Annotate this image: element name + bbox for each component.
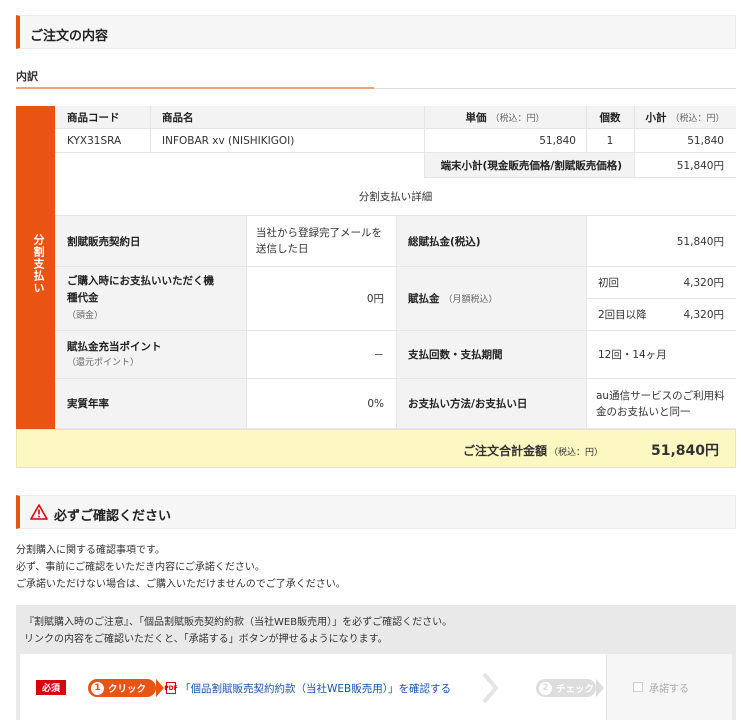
confirm-box: 『割賦購入時のご注意』、「個品割賦販売契約約款（当社WEB販売用）」を必ずご確認… xyxy=(16,605,736,720)
installment-side-label: 分割支払い xyxy=(16,106,55,429)
installment-detail-title: 分割支払い詳細 xyxy=(55,178,736,216)
order-total-bar: ご注文合計金額 （税込：円） 51,840円 xyxy=(16,429,736,468)
approve-label: 承諾する xyxy=(649,684,689,695)
payment-count-value: 12回・14ヶ月 xyxy=(586,331,736,379)
first-installment-row: 初回 4,320円 xyxy=(586,267,736,299)
first-installment-value: 4,320円 xyxy=(683,277,724,289)
payment-count-label: 支払回数・支払期間 xyxy=(396,331,586,379)
step-check-badge: 2 チェック xyxy=(536,679,604,697)
confirm-notes: 分割購入に関する確認事項です。 必ず、事前にご確認をいただき内容にご承諾ください… xyxy=(16,542,346,593)
header-subtotal: 小計 （税込：円） xyxy=(634,106,736,129)
down-payment-label: ご購入時にお支払いいただく機種代金 （頭金） xyxy=(55,267,246,331)
note-line: 分割購入に関する確認事項です。 xyxy=(16,545,165,556)
required-badge: 必須 xyxy=(36,680,66,695)
order-section-title: ご注文の内容 xyxy=(30,29,109,44)
points-value: － xyxy=(246,331,396,379)
terminal-subtotal-value: 51,840円 xyxy=(634,153,736,178)
item-subtotal: 51,840 xyxy=(634,129,736,153)
step-click-badge: 1 クリック xyxy=(88,679,164,697)
confirm-instructions: 『割賦購入時のご注意』、「個品割賦販売契約約款（当社WEB販売用）」を必ずご確認… xyxy=(24,617,453,645)
total-installment-label: 総賦払金(税込) xyxy=(396,216,586,267)
order-section-header: ご注文の内容 xyxy=(16,15,736,49)
chevron-right-icon xyxy=(482,672,499,704)
header-product-code: 商品コード xyxy=(55,106,150,129)
pdf-icon: PDF xyxy=(164,682,178,694)
installment-amount-label: 賦払金 （月額税込） xyxy=(396,267,586,331)
total-installment-value: 51,840円 xyxy=(586,216,736,267)
note-line: 必ず、事前にご確認をいただき内容にご承諾ください。 xyxy=(16,562,265,573)
header-quantity: 個数 xyxy=(586,106,634,129)
subsequent-installment-label: 2回目以降 xyxy=(598,309,647,321)
confirm-section-title: 必ずご確認ください xyxy=(54,509,172,524)
header-product-name: 商品名 xyxy=(150,106,424,129)
terms-link[interactable]: 「個品割賦販売契約約款（当社WEB販売用）」を確認する xyxy=(180,681,451,696)
contract-date-label: 割賦販売契約日 xyxy=(55,216,246,267)
terminal-subtotal-label: 端末小計(現金販売価格/割賦販売価格) xyxy=(424,153,634,178)
approve-checkbox[interactable] xyxy=(633,682,643,692)
annual-rate-value: 0% xyxy=(246,379,396,429)
payment-method-label: お支払い方法/お支払い日 xyxy=(396,379,586,429)
contract-date-value: 当社から登録完了メールを送信した日 xyxy=(246,216,396,267)
item-quantity: 1 xyxy=(586,129,634,153)
order-total-value: 51,840円 xyxy=(650,443,719,459)
first-installment-label: 初回 xyxy=(598,277,619,289)
confirm-action-area: 必須 1 クリック PDF 「個品割賦販売契約約款（当社WEB販売用）」を確認する… xyxy=(20,654,732,720)
header-unit-price: 単価 （税込：円） xyxy=(424,106,586,129)
note-line: ご承諾いただけない場合は、ご購入いただけませんのでご了承ください。 xyxy=(16,579,346,590)
breakdown-divider xyxy=(16,87,736,89)
order-total-label: ご注文合計金額 （税込：円） xyxy=(462,444,603,458)
warning-icon xyxy=(30,504,48,520)
subsequent-installment-value: 4,320円 xyxy=(683,309,724,321)
confirm-section-header: 必ずご確認ください xyxy=(16,495,736,529)
points-label: 賦払金充当ポイント （還元ポイント） xyxy=(55,331,246,379)
item-unit-price: 51,840 xyxy=(424,129,586,153)
annual-rate-label: 実質年率 xyxy=(55,379,246,429)
breakdown-title: 内訳 xyxy=(16,70,38,83)
item-product-code: KYX31SRA xyxy=(55,129,150,153)
approve-checkbox-area[interactable]: 承諾する xyxy=(606,654,732,720)
down-payment-value: 0円 xyxy=(246,267,396,331)
subsequent-installment-row: 2回目以降 4,320円 xyxy=(586,299,736,331)
payment-method-value: au通信サービスのご利用料金のお支払いと同一 xyxy=(586,379,736,429)
item-product-name: INFOBAR xv (NISHIKIGOI) xyxy=(150,129,424,153)
